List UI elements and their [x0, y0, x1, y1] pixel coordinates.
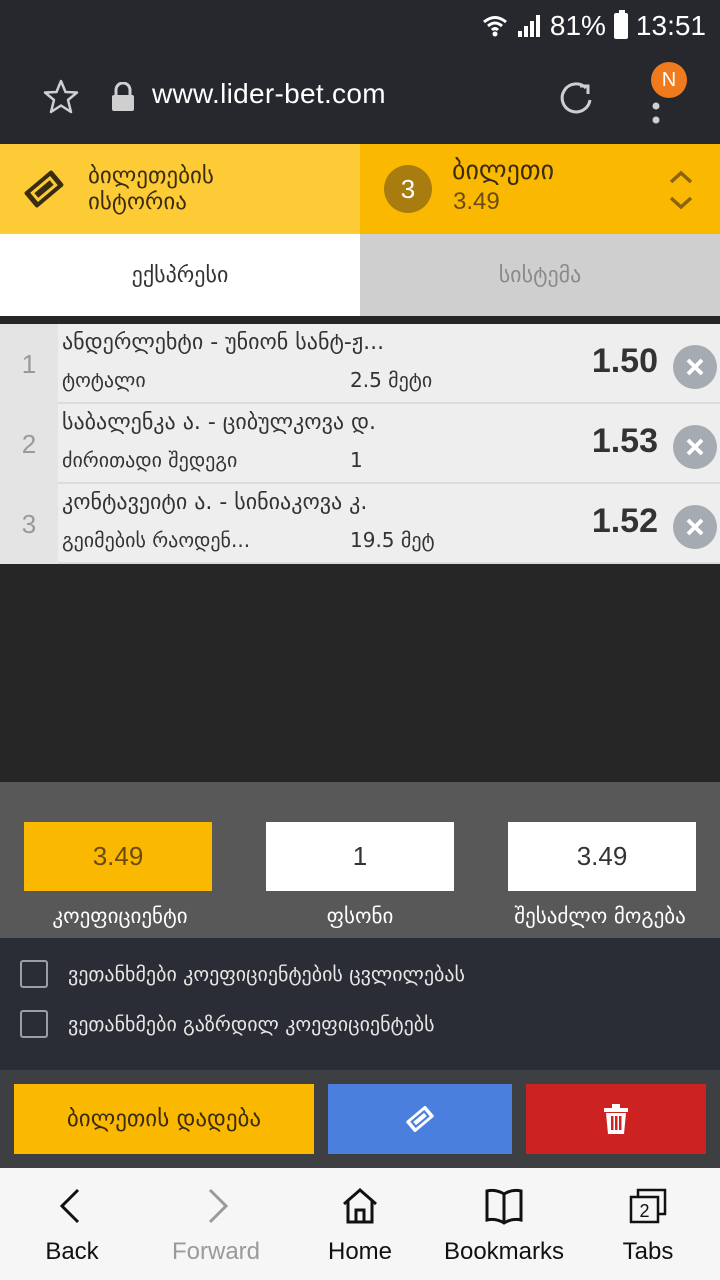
lock-icon [112, 82, 134, 111]
accept-changes-checkbox[interactable] [20, 960, 48, 988]
close-icon [686, 518, 704, 536]
chevron-left-icon [59, 1188, 80, 1224]
accept-changes-row[interactable]: ვეთანხმები კოეფიციენტების ცვლილებას [20, 960, 465, 988]
bet-type-tabs: ექსპრესი სისტემა [0, 234, 720, 316]
accept-changes-label: ვეთანხმები კოეფიციენტების ცვლილებას [68, 962, 465, 986]
nav-bookmarks-label: Bookmarks [443, 1238, 565, 1265]
total-coefficient-value: 3.49 [24, 822, 212, 891]
nav-bookmarks[interactable]: Bookmarks [432, 1168, 576, 1280]
url-field[interactable]: www.lider-bet.com [152, 78, 386, 110]
coefficient-label: კოეფიციენტი [52, 904, 188, 928]
bet-market: ძირითადი შედეგი [62, 448, 238, 472]
bookmark-star-icon[interactable] [42, 78, 80, 116]
place-bet-button[interactable]: ბილეთის დადება [14, 1084, 314, 1154]
nav-back-label: Back [45, 1238, 99, 1265]
accept-boosted-checkbox[interactable] [20, 1010, 48, 1038]
ticket-icon [24, 170, 64, 208]
bet-row: 3 კონტავეიტი ა. - სინიაკოვა კ. გეიმების … [0, 484, 720, 564]
stake-label: ფსონი [326, 904, 394, 928]
status-bar: 81% 13:51 [0, 0, 720, 52]
clock: 13:51 [635, 10, 706, 41]
bookmarks-book-icon [485, 1188, 523, 1225]
bet-outcome: 2.5 მეტი [350, 368, 433, 392]
browser-toolbar: www.lider-bet.com N [0, 52, 720, 144]
bet-index: 2 [0, 404, 58, 484]
ticket-header: ბილეთების ისტორია 3 ბილეთი 3.49 [0, 144, 720, 234]
tab-express[interactable]: ექსპრესი [0, 234, 360, 316]
tab-system[interactable]: სისტემა [360, 234, 720, 316]
bet-event: საბალენკა ა. - ციბულკოვა დ. [62, 410, 376, 435]
bet-index: 1 [0, 324, 58, 404]
remove-bet-button[interactable] [673, 505, 717, 549]
notification-badge[interactable]: N [651, 62, 687, 98]
accept-boosted-label: ვეთანხმები გაზრდილ კოეფიციენტებს [68, 1012, 435, 1036]
bet-event: კონტავეიტი ა. - სინიაკოვა კ. [62, 490, 368, 515]
tabs-icon: 2 [629, 1188, 667, 1224]
ticket-title: ბილეთი [452, 156, 555, 186]
trash-icon [604, 1104, 628, 1134]
chevron-right-icon [208, 1188, 229, 1224]
ticket-history-label-line2: ისტორია [88, 189, 187, 215]
nav-tabs[interactable]: 2 Tabs [576, 1168, 720, 1280]
bet-index: 3 [0, 484, 58, 564]
remove-bet-button[interactable] [673, 425, 717, 469]
close-icon [686, 438, 704, 456]
wifi-icon [482, 13, 508, 39]
possible-win-label: შესაძლო მოგება [514, 904, 686, 928]
accept-boosted-row[interactable]: ვეთანხმები გაზრდილ კოეფიციენტებს [20, 1010, 435, 1038]
ticket-icon [406, 1105, 434, 1133]
close-icon [686, 358, 704, 376]
reload-icon[interactable] [556, 78, 596, 118]
ticket-history-label-line1: ბილეთების [88, 163, 214, 189]
bet-event: ანდერლეხტი - უნიონ სანტ-ჟ... [62, 330, 385, 355]
ticket-coefficient: 3.49 [453, 188, 500, 215]
bet-row: 1 ანდერლეხტი - უნიონ სანტ-ჟ... ტოტალი 2.… [0, 324, 720, 404]
bet-outcome: 19.5 მეტ [350, 528, 435, 552]
possible-win-value: 3.49 [508, 822, 696, 891]
battery-percent: 81% [549, 10, 606, 41]
ticket-summary: 3.49 1 3.49 კოეფიციენტი ფსონი შესაძლო მო… [0, 782, 720, 938]
browser-bottom-nav: Back Forward Home Bookmarks 2 Tabs [0, 1168, 720, 1280]
signal-icon [516, 13, 542, 39]
nav-home[interactable]: Home [288, 1168, 432, 1280]
bet-row: 2 საბალენკა ა. - ციბულკოვა დ. ძირითადი შ… [0, 404, 720, 484]
remove-bet-button[interactable] [673, 345, 717, 389]
nav-tabs-label: Tabs [622, 1238, 674, 1265]
bet-market: გეიმების რაოდენ... [62, 528, 251, 552]
ticket-count-badge: 3 [384, 165, 432, 213]
battery-icon [613, 10, 628, 39]
bet-odd: 1.53 [591, 422, 658, 460]
save-ticket-button[interactable] [328, 1084, 512, 1154]
nav-forward-label: Forward [171, 1238, 261, 1265]
agreements: ვეთანხმები კოეფიციენტების ცვლილებას ვეთა… [0, 938, 720, 1070]
home-icon [343, 1188, 377, 1224]
delete-ticket-button[interactable] [526, 1084, 706, 1154]
nav-forward[interactable]: Forward [144, 1168, 288, 1280]
bet-odd: 1.50 [591, 342, 658, 380]
stake-input[interactable]: 1 [266, 822, 454, 891]
ticket-history-label: ბილეთების ისტორია [88, 163, 214, 215]
bet-odd: 1.52 [591, 502, 658, 540]
nav-back[interactable]: Back [0, 1168, 144, 1280]
ticket-actions: ბილეთის დადება [0, 1070, 720, 1168]
ticket-history-button[interactable]: ბილეთების ისტორია [0, 144, 360, 234]
bet-list: 1 ანდერლეხტი - უნიონ სანტ-ჟ... ტოტალი 2.… [0, 324, 720, 564]
current-ticket[interactable]: 3 ბილეთი 3.49 [360, 144, 720, 234]
expand-toggle-icon[interactable] [666, 166, 696, 214]
bet-market: ტოტალი [62, 368, 146, 392]
bet-outcome: 1 [350, 448, 363, 472]
tabs-count: 2 [639, 1201, 649, 1221]
nav-home-label: Home [327, 1238, 393, 1265]
